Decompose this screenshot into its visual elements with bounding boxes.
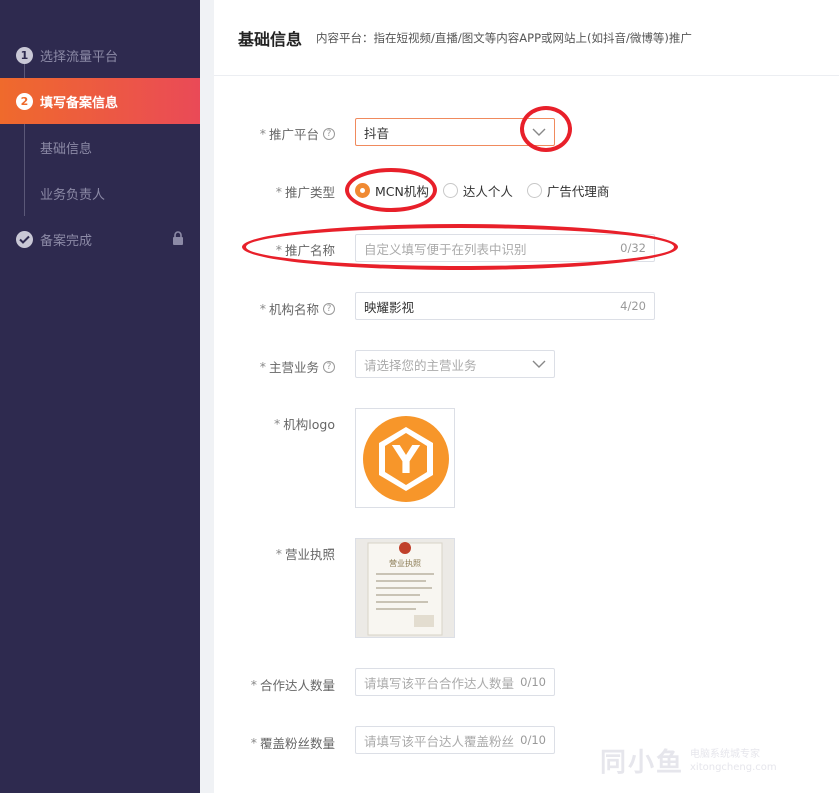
sidebar: 1 选择流量平台 2 填写备案信息 基础信息 业务负责人 备案完成: [0, 0, 200, 793]
logo-upload[interactable]: Y: [355, 408, 455, 508]
platform-select[interactable]: 抖音: [355, 118, 555, 146]
char-count: 0/32: [620, 241, 646, 255]
cooperators-input[interactable]: 请填写该平台合作达人数量 0/10: [355, 668, 555, 696]
row-cooperators: * 合作达人数量 请填写该平台合作达人数量 0/10: [214, 668, 839, 698]
business-select[interactable]: 请选择您的主营业务: [355, 350, 555, 378]
watermark-text: 电脑系统城专家 xitongcheng.com: [690, 748, 777, 773]
help-icon[interactable]: ?: [323, 360, 335, 373]
row-org: * 机构名称 ? 映耀影视 4/20: [214, 292, 839, 322]
step-complete: 备案完成: [0, 216, 200, 262]
page-title: 基础信息: [238, 29, 303, 49]
label-name: * 推广名称: [275, 242, 335, 258]
label-logo: * 机构logo: [274, 416, 335, 432]
org-name-value: 映耀影视: [364, 299, 415, 315]
watermark-logo: 同小鱼: [600, 748, 685, 778]
chevron-down-icon: [532, 128, 546, 136]
substep-basic-info[interactable]: 基础信息: [0, 124, 200, 170]
row-platform: * 推广平台 ? 抖音: [214, 117, 839, 147]
substep-business-owner[interactable]: 业务负责人: [0, 170, 200, 216]
help-icon[interactable]: ?: [323, 127, 335, 140]
radio-mcn[interactable]: MCN机构: [355, 181, 429, 200]
radio-agency[interactable]: 广告代理商: [526, 181, 609, 200]
fans-input[interactable]: 请填写该平台达人覆盖粉丝数量 0/10: [355, 726, 555, 754]
row-type: * 推广类型 MCN机构 达人个人 广告代理商: [214, 180, 839, 202]
radio-dot: [526, 182, 542, 198]
label-business: * 主营业务 ?: [260, 357, 335, 376]
step-number: 1: [16, 46, 33, 64]
label-license: * 营业执照: [275, 546, 335, 562]
panel-header: 基础信息 内容平台：指在短视频/直播/图文等内容APP或网站上(如抖音/微博等)…: [214, 0, 839, 76]
row-business: * 主营业务 ? 请选择您的主营业务: [214, 350, 839, 380]
lock-icon: [173, 231, 183, 245]
label-type: * 推广类型: [275, 184, 335, 200]
cooperators-placeholder: 请填写该平台合作达人数量: [364, 675, 515, 691]
label-cooperators: * 合作达人数量: [250, 677, 335, 693]
label-org: * 机构名称 ?: [260, 299, 335, 318]
step-number: 2: [16, 92, 33, 110]
logo-letter: Y: [391, 438, 420, 482]
step-label: 业务负责人: [40, 187, 106, 203]
step-label: 填写备案信息: [40, 95, 119, 111]
step-label: 基础信息: [40, 141, 93, 157]
form-panel: 基础信息 内容平台：指在短视频/直播/图文等内容APP或网站上(如抖音/微博等)…: [214, 0, 839, 793]
name-input[interactable]: 自定义填写便于在列表中识别 0/32: [355, 234, 655, 262]
step-label: 备案完成: [40, 233, 93, 249]
help-icon[interactable]: ?: [323, 302, 335, 315]
type-radio-group: MCN机构 达人个人 广告代理商: [355, 180, 623, 200]
license-upload[interactable]: 营业执照: [355, 538, 455, 638]
org-name-input[interactable]: 映耀影视 4/20: [355, 292, 655, 320]
platform-value: 抖音: [364, 125, 390, 141]
radio-dot: [355, 182, 370, 198]
radio-individual[interactable]: 达人个人: [442, 181, 513, 200]
step-select-platform[interactable]: 1 选择流量平台: [0, 32, 200, 78]
row-name: * 推广名称 自定义填写便于在列表中识别 0/32: [214, 233, 839, 263]
char-count: 0/10: [520, 733, 546, 747]
label-platform: * 推广平台 ?: [260, 124, 335, 143]
check-icon: [16, 230, 33, 248]
row-logo: * 机构logo Y: [214, 408, 839, 508]
license-image: 营业执照: [356, 539, 454, 637]
chevron-down-icon: [532, 360, 546, 368]
fans-placeholder: 请填写该平台达人覆盖粉丝数量: [364, 733, 515, 749]
business-placeholder: 请选择您的主营业务: [364, 357, 477, 373]
org-logo-image: Y: [363, 416, 449, 502]
step-list: 1 选择流量平台 2 填写备案信息 基础信息 业务负责人 备案完成: [0, 32, 200, 262]
name-placeholder: 自定义填写便于在列表中识别: [364, 241, 527, 257]
char-count: 0/10: [520, 675, 546, 689]
row-license: * 营业执照 营业执照: [214, 538, 839, 638]
radio-dot: [442, 182, 458, 198]
step-fill-info[interactable]: 2 填写备案信息: [0, 78, 200, 124]
char-count: 4/20: [620, 299, 646, 313]
page-description: 内容平台：指在短视频/直播/图文等内容APP或网站上(如抖音/微博等)推广: [316, 30, 692, 45]
step-label: 选择流量平台: [40, 49, 119, 65]
label-fans: * 覆盖粉丝数量: [250, 735, 335, 751]
watermark: 同小鱼 电脑系统城专家 xitongcheng.com: [600, 742, 777, 779]
license-heading: 营业执照: [389, 558, 421, 568]
